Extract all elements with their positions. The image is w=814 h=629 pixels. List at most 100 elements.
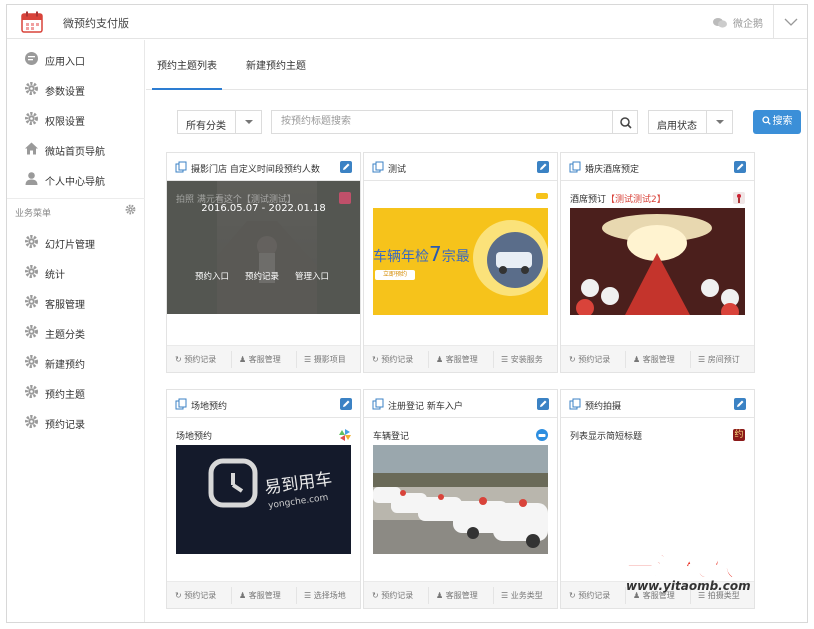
- badge-icon: [733, 192, 745, 204]
- sidebar-item-new-booking[interactable]: 新建预约: [7, 349, 145, 375]
- sidebar-item-params[interactable]: 参数设置: [7, 76, 145, 102]
- chevron-down-icon[interactable]: [773, 5, 807, 39]
- footer-business-type-link[interactable]: ☰ 业务类型: [501, 590, 543, 601]
- date-range: 2016.05.07 - 2022.01.18: [201, 203, 326, 214]
- sidebar-item-categories[interactable]: 主题分类: [7, 319, 145, 345]
- footer-project-link[interactable]: ☰ 摄影项目: [304, 354, 346, 365]
- booking-records-link[interactable]: 预约记录: [245, 270, 279, 282]
- gear-icon: [25, 355, 38, 368]
- category-select-value: 所有分类: [186, 121, 226, 132]
- search-button[interactable]: 搜索: [753, 110, 801, 134]
- edit-icon[interactable]: [734, 161, 746, 173]
- top-bar: 微预约支付版 微企鹅: [7, 5, 807, 39]
- footer-records-link[interactable]: ↻ 预约记录: [175, 354, 216, 365]
- filter-bar: 所有分类 按预约标题搜索 启用状态 搜索: [146, 110, 807, 134]
- booking-entry-link[interactable]: 预约入口: [195, 270, 229, 282]
- sidebar-item-booking-topics[interactable]: 预约主题: [7, 379, 145, 405]
- copy-icon[interactable]: [372, 398, 384, 410]
- badge-icon: [536, 193, 548, 199]
- card-image: [570, 208, 745, 315]
- footer-records-link[interactable]: ↻ 预约记录: [372, 590, 413, 601]
- seal-badge-icon: 约: [733, 429, 745, 441]
- card-footer: ↻ 预约记录 ♟ 客服管理 ☰ 安装服务: [364, 345, 557, 372]
- footer-service-link[interactable]: ♟ 客服管理: [239, 590, 281, 601]
- footer-install-link[interactable]: ☰ 安装服务: [501, 354, 543, 365]
- status-select-value: 启用状态: [657, 121, 697, 132]
- gear-icon: [25, 415, 38, 428]
- topic-card[interactable]: 摄影门店 自定义时间段预约人数 拍照 满元看这个【测试测试】 2016.05.0…: [166, 152, 361, 373]
- sidebar-item-customer-service[interactable]: 客服管理: [7, 289, 145, 315]
- gear-icon: [25, 112, 38, 125]
- sidebar-item-label: 统计: [45, 270, 65, 281]
- sidebar: 应用入口 参数设置 权限设置 微站首页导航 个人中心导航 业务菜单 幻灯片管理 …: [7, 40, 145, 622]
- sidebar-item-user-center-nav[interactable]: 个人中心导航: [7, 166, 145, 192]
- copy-icon[interactable]: [569, 398, 581, 410]
- footer-venue-link[interactable]: ☰ 选择场地: [304, 590, 346, 601]
- sidebar-item-stats[interactable]: 统计: [7, 259, 145, 285]
- card-header: 摄影门店 自定义时间段预约人数: [167, 153, 360, 181]
- sidebar-item-label: 预约主题: [45, 390, 85, 401]
- card-header: 测试: [364, 153, 557, 181]
- pinwheel-icon: [339, 429, 351, 441]
- footer-records-link[interactable]: ↻ 预约记录: [372, 354, 413, 365]
- footer-service-link[interactable]: ♟ 客服管理: [239, 354, 281, 365]
- card-header: 预约拍摄: [561, 390, 754, 418]
- topic-card[interactable]: 婚庆酒席预定 酒席预订【测试测试2】 ↻ 预约记录 ♟ 客服管理 ☰ 房间预订: [560, 152, 755, 373]
- gear-icon[interactable]: [125, 204, 136, 215]
- copy-icon[interactable]: [569, 161, 581, 173]
- copy-icon[interactable]: [175, 161, 187, 173]
- search-input[interactable]: 按预约标题搜索: [271, 110, 613, 134]
- sidebar-item-label: 预约记录: [45, 420, 85, 431]
- card-footer: ↻ 预约记录 ♟ 客服管理 ☰ 选择场地: [167, 581, 360, 608]
- card-title: 注册登记 新车入户: [388, 402, 463, 412]
- tab-bar: 预约主题列表 新建预约主题: [146, 40, 807, 90]
- footer-service-link[interactable]: ♟ 客服管理: [633, 354, 675, 365]
- card-title: 测试: [388, 165, 407, 175]
- copy-icon[interactable]: [175, 398, 187, 410]
- account-menu[interactable]: 微企鹅: [713, 15, 763, 30]
- car-icon: [536, 429, 548, 441]
- app-title: 微预约支付版: [63, 17, 129, 30]
- sidebar-item-permissions[interactable]: 权限设置: [7, 106, 145, 132]
- card-subtitle: 酒席预订【测试测试2】: [570, 195, 666, 205]
- home-icon: [25, 142, 38, 155]
- card-image: 易到用车 yongche.com: [176, 445, 351, 554]
- topic-card[interactable]: 注册登记 新车入户 车辆登记 ↻ 预约记录 ♟ 客服管理 ☰ 业务类型: [363, 389, 558, 609]
- tab-topic-list[interactable]: 预约主题列表: [152, 40, 222, 90]
- watermark-logo: 一淘模板 www.yitaomb.com: [624, 545, 774, 605]
- footer-records-link[interactable]: ↻ 预约记录: [569, 590, 610, 601]
- edit-icon[interactable]: [734, 398, 746, 410]
- sidebar-item-app-entry[interactable]: 应用入口: [7, 46, 145, 72]
- card-header: 注册登记 新车入户: [364, 390, 557, 418]
- topic-card[interactable]: 场地预约 场地预约 易到用车 yongche.com ↻ 预约记录 ♟ 客服管理: [166, 389, 361, 609]
- sidebar-item-site-home-nav[interactable]: 微站首页导航: [7, 136, 145, 162]
- footer-records-link[interactable]: ↻ 预约记录: [175, 590, 216, 601]
- footer-records-link[interactable]: ↻ 预约记录: [569, 354, 610, 365]
- sidebar-item-label: 权限设置: [45, 117, 85, 128]
- manage-entry-link[interactable]: 管理入口: [295, 270, 329, 282]
- sidebar-item-label: 参数设置: [45, 87, 85, 98]
- user-icon: [25, 172, 38, 185]
- gear-icon: [25, 82, 38, 95]
- edit-icon[interactable]: [340, 398, 352, 410]
- edit-icon[interactable]: [537, 161, 549, 173]
- category-select[interactable]: 所有分类: [177, 110, 262, 134]
- search-icon: [761, 116, 771, 125]
- tab-new-topic[interactable]: 新建预约主题: [236, 40, 316, 90]
- sidebar-item-booking-records[interactable]: 预约记录: [7, 409, 145, 435]
- edit-icon[interactable]: [537, 398, 549, 410]
- footer-service-link[interactable]: ♟ 客服管理: [436, 590, 478, 601]
- edit-icon[interactable]: [340, 161, 352, 173]
- chat-bubble-icon: [25, 52, 38, 65]
- caret-down-icon: [235, 111, 261, 133]
- search-icon[interactable]: [612, 110, 638, 134]
- sidebar-item-slides[interactable]: 幻灯片管理: [7, 229, 145, 255]
- topic-card[interactable]: 测试 车辆年检7宗最 立即预约 ↻ 预约记录 ♟ 客服管理 ☰ 安装服务: [363, 152, 558, 373]
- status-select[interactable]: 启用状态: [648, 110, 733, 134]
- footer-service-link[interactable]: ♟ 客服管理: [436, 354, 478, 365]
- footer-room-link[interactable]: ☰ 房间预订: [698, 354, 740, 365]
- caret-down-icon: [706, 111, 732, 133]
- gear-icon: [25, 385, 38, 398]
- card-title: 摄影门店 自定义时间段预约人数: [191, 165, 320, 175]
- copy-icon[interactable]: [372, 161, 384, 173]
